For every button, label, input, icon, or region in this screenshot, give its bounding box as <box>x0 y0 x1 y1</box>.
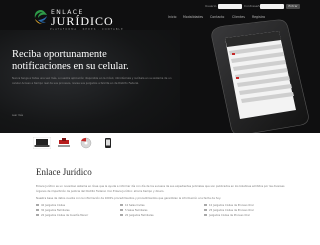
phone-thumb-icon[interactable] <box>99 137 117 149</box>
bullet-icon <box>36 204 39 206</box>
intro-subparagraph: Nuestra base de datos cuenta con la info… <box>36 197 221 200</box>
user-field[interactable] <box>218 4 242 9</box>
bullet-icon <box>204 204 207 206</box>
product-thumbnails <box>33 135 133 151</box>
laptop-thumb-icon[interactable] <box>33 137 51 149</box>
list-item: Juzgados Civiles de Proceso Oral <box>204 214 264 218</box>
stamp-thumb-icon[interactable] <box>55 137 73 149</box>
login-button[interactable]: Entrar <box>286 4 300 9</box>
hero-paragraph: Nunca tenga a todas una vez más, a nuest… <box>12 77 172 85</box>
cd-thumb-icon[interactable] <box>77 137 95 149</box>
list-item: 10 Juzgados Civiles de Proceso Oral <box>204 204 264 208</box>
nav-item-inicio[interactable]: Inicio <box>168 15 176 19</box>
brand-logo[interactable]: ENLACE JURÍDICO PLATAFORMA · REDES · CON… <box>33 8 123 34</box>
hero-headline-line1: Reciba oportunamente <box>12 49 107 60</box>
hero-headline: Reciba oportunamente notificaciones en s… <box>12 49 182 72</box>
read-more-link[interactable]: Leer más <box>12 114 30 118</box>
password-label: Contraseña <box>244 4 262 8</box>
bullet-icon <box>204 209 207 211</box>
bullet-icon <box>36 209 39 211</box>
brand-name-large: JURÍDICO <box>51 14 114 28</box>
list-item: 20 Juzgados Civiles de Cuantía Menor <box>36 214 96 218</box>
intro-paragraph: Enlace Jurídico es un novedoso sistema e… <box>36 185 285 193</box>
hero-headline-line2: notificaciones en su celular. <box>12 60 129 72</box>
bullet-icon <box>120 204 123 206</box>
phone-illustration <box>211 19 309 133</box>
bullet-icon <box>120 214 123 216</box>
list-item: 20 Juzgados Familiares <box>120 214 180 218</box>
user-label: Usuario <box>205 4 217 8</box>
list-item: 5 Salas Familiares <box>120 209 180 213</box>
list-item: 25 Juzgados Civiles de Proceso Oral <box>204 209 264 213</box>
page-title: Enlace Jurídico <box>36 167 92 177</box>
password-field[interactable] <box>260 4 284 9</box>
hero-banner: ENLACE JURÍDICO PLATAFORMA · REDES · CON… <box>0 0 320 133</box>
logo-swirl-icon <box>34 10 47 24</box>
brand-tagline: PLATAFORMA · REDES · CONTABLE <box>50 28 124 31</box>
bullet-icon <box>204 214 207 216</box>
bullet-icon <box>36 214 39 216</box>
list-item: 40 Juzgados Civiles <box>36 204 96 208</box>
list-item: 10 Salas Civiles <box>120 204 180 208</box>
bullet-icon <box>120 209 123 211</box>
list-item: 30 Juzgados Familiares <box>36 209 96 213</box>
